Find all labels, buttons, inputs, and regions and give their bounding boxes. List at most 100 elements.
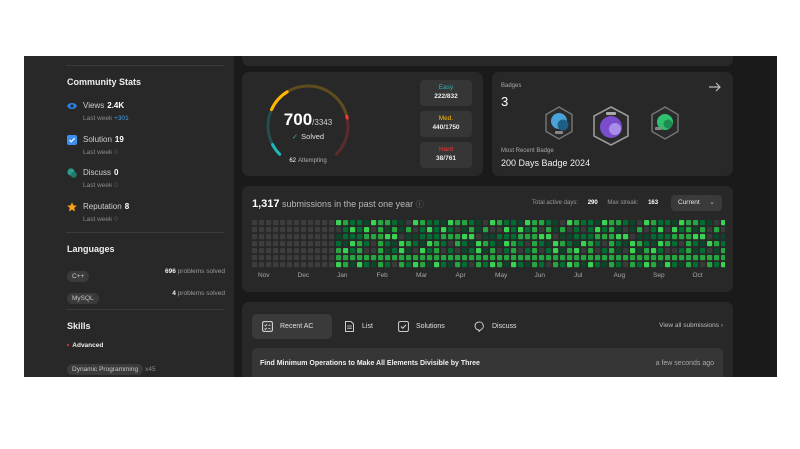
heatmap-cell[interactable] (532, 262, 538, 268)
heatmap-cell[interactable] (644, 241, 650, 247)
heatmap-cell[interactable] (518, 234, 524, 240)
heatmap-cell[interactable] (714, 227, 720, 233)
heatmap-cell[interactable] (266, 262, 272, 268)
heatmap-cell[interactable] (280, 234, 286, 240)
heatmap-cell[interactable] (700, 262, 706, 268)
heatmap-cell[interactable] (392, 220, 398, 226)
heatmap-cell[interactable] (651, 255, 657, 261)
heatmap-cell[interactable] (693, 234, 699, 240)
heatmap-cell[interactable] (287, 241, 293, 247)
heatmap-cell[interactable] (553, 262, 559, 268)
heatmap-cell[interactable] (434, 262, 440, 268)
heatmap-cell[interactable] (567, 227, 573, 233)
heatmap-cell[interactable] (623, 248, 629, 254)
heatmap-cell[interactable] (658, 220, 664, 226)
heatmap-cell[interactable] (392, 241, 398, 247)
heatmap-cell[interactable] (525, 255, 531, 261)
heatmap-cell[interactable] (259, 227, 265, 233)
heatmap-cell[interactable] (581, 262, 587, 268)
heatmap-cell[interactable] (371, 248, 377, 254)
heatmap-cell[interactable] (553, 241, 559, 247)
heatmap-cell[interactable] (630, 234, 636, 240)
heatmap-cell[interactable] (504, 241, 510, 247)
heatmap-cell[interactable] (399, 220, 405, 226)
heatmap-cell[interactable] (336, 241, 342, 247)
tab-list[interactable]: List (334, 314, 390, 339)
heatmap-cell[interactable] (371, 262, 377, 268)
heatmap-cell[interactable] (336, 255, 342, 261)
heatmap-cell[interactable] (385, 220, 391, 226)
heatmap-cell[interactable] (322, 241, 328, 247)
heatmap-cell[interactable] (385, 262, 391, 268)
heatmap-cell[interactable] (462, 262, 468, 268)
heatmap-cell[interactable] (700, 227, 706, 233)
heatmap-cell[interactable] (700, 248, 706, 254)
heatmap-cell[interactable] (392, 227, 398, 233)
heatmap-cell[interactable] (483, 220, 489, 226)
heatmap-cell[interactable] (413, 255, 419, 261)
heatmap-cell[interactable] (693, 241, 699, 247)
heatmap-cell[interactable] (434, 227, 440, 233)
heatmap-cell[interactable] (252, 220, 258, 226)
heatmap-cell[interactable] (420, 248, 426, 254)
heatmap-cell[interactable] (588, 234, 594, 240)
heatmap-cell[interactable] (553, 248, 559, 254)
heatmap-cell[interactable] (322, 255, 328, 261)
heatmap-cell[interactable] (623, 262, 629, 268)
heatmap-cell[interactable] (581, 220, 587, 226)
heatmap-cell[interactable] (686, 227, 692, 233)
heatmap-cell[interactable] (700, 241, 706, 247)
heatmap-cell[interactable] (308, 255, 314, 261)
heatmap-cell[interactable] (532, 227, 538, 233)
heatmap-cell[interactable] (273, 227, 279, 233)
heatmap-cell[interactable] (336, 227, 342, 233)
heatmap-cell[interactable] (280, 248, 286, 254)
heatmap-cell[interactable] (350, 234, 356, 240)
heatmap-cell[interactable] (518, 241, 524, 247)
heatmap-cell[interactable] (581, 255, 587, 261)
heatmap-cell[interactable] (518, 255, 524, 261)
heatmap-cell[interactable] (364, 262, 370, 268)
heatmap-cell[interactable] (532, 255, 538, 261)
heatmap-cell[interactable] (476, 255, 482, 261)
heatmap-cell[interactable] (259, 262, 265, 268)
heatmap-cell[interactable] (448, 255, 454, 261)
annual-badge-icon[interactable] (544, 106, 574, 140)
heatmap-cell[interactable] (630, 248, 636, 254)
heatmap-cell[interactable] (427, 241, 433, 247)
heatmap-cell[interactable] (567, 220, 573, 226)
heatmap-cell[interactable] (441, 248, 447, 254)
heatmap-cell[interactable] (539, 248, 545, 254)
heatmap-cell[interactable] (378, 227, 384, 233)
heatmap-cell[interactable] (427, 262, 433, 268)
heatmap-cell[interactable] (511, 262, 517, 268)
heatmap-cell[interactable] (651, 248, 657, 254)
heatmap-cell[interactable] (273, 255, 279, 261)
heatmap-cell[interactable] (294, 255, 300, 261)
heatmap-cell[interactable] (427, 234, 433, 240)
heatmap-cell[interactable] (497, 220, 503, 226)
heatmap-cell[interactable] (315, 227, 321, 233)
heatmap-cell[interactable] (546, 248, 552, 254)
heatmap-cell[interactable] (357, 220, 363, 226)
heatmap-cell[interactable] (308, 241, 314, 247)
heatmap-cell[interactable] (574, 255, 580, 261)
heatmap-cell[interactable] (714, 220, 720, 226)
heatmap-cell[interactable] (553, 234, 559, 240)
year-select[interactable]: Current ⌄ (671, 195, 722, 211)
heatmap-cell[interactable] (469, 227, 475, 233)
heatmap-cell[interactable] (644, 227, 650, 233)
heatmap-cell[interactable] (336, 262, 342, 268)
heatmap-cell[interactable] (658, 234, 664, 240)
heatmap-cell[interactable] (378, 220, 384, 226)
heatmap-cell[interactable] (532, 241, 538, 247)
heatmap-cell[interactable] (399, 255, 405, 261)
heatmap-cell[interactable] (371, 234, 377, 240)
heatmap-cell[interactable] (665, 220, 671, 226)
heatmap-cell[interactable] (616, 262, 622, 268)
heatmap-cell[interactable] (378, 241, 384, 247)
heatmap-cell[interactable] (329, 248, 335, 254)
heatmap-cell[interactable] (595, 234, 601, 240)
200-days-badge-icon[interactable] (592, 106, 630, 146)
heatmap-cell[interactable] (567, 262, 573, 268)
